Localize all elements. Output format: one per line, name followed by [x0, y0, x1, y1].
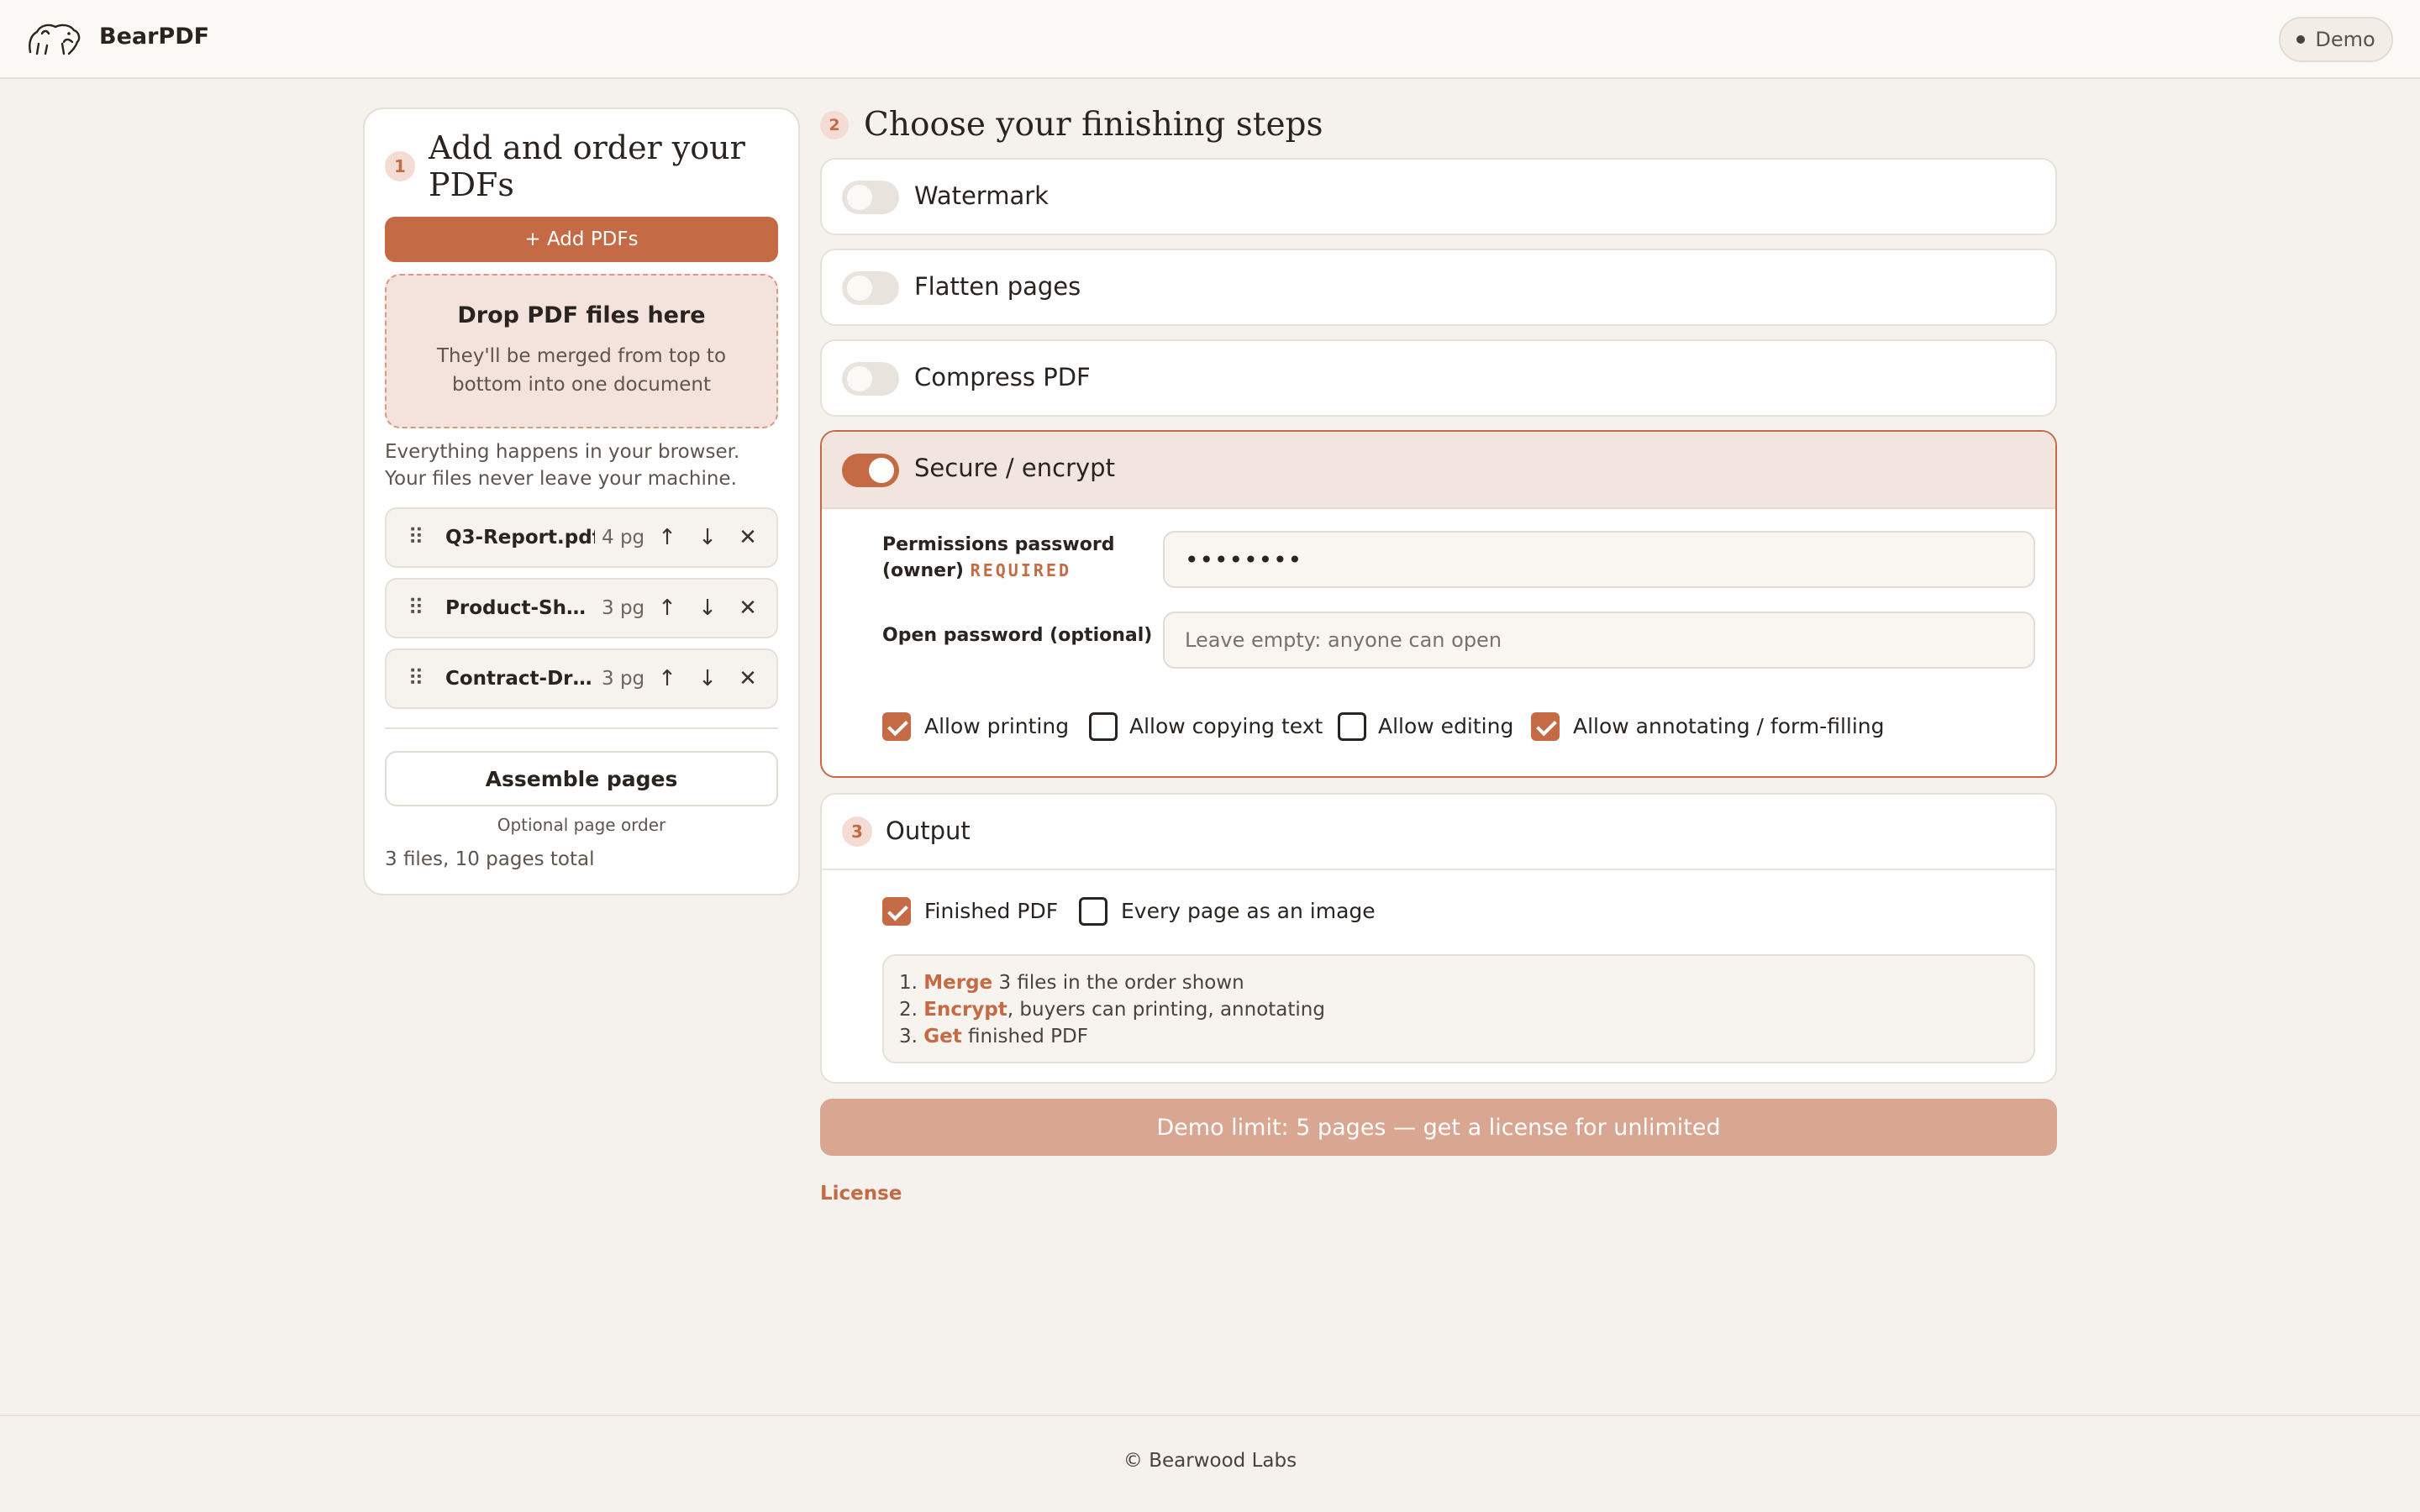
file-row[interactable]: ⠿ Q3-Report.pdf 4 pg ↑ ↓ ✕	[385, 507, 778, 568]
step-1-badge: 1	[385, 151, 415, 181]
bear-logo-icon	[29, 24, 81, 55]
demo-limit-button[interactable]: Demo limit: 5 pages — get a license for …	[820, 1099, 2057, 1156]
file-row[interactable]: ⠿ Contract-Draft.pdf 3 pg ↑ ↓ ✕	[385, 648, 778, 709]
step-3-badge: 3	[842, 816, 872, 847]
drag-handle-icon[interactable]: ⠿	[387, 525, 445, 550]
dropzone-title: Drop PDF files here	[457, 302, 706, 328]
allow-annotating-checkbox[interactable]	[1531, 712, 1560, 741]
output-title: Output	[886, 816, 971, 845]
close-icon[interactable]: ✕	[728, 596, 768, 621]
required-tag: REQUIRED	[970, 560, 1071, 580]
secure-label: Secure / encrypt	[914, 454, 1115, 482]
step-1-title: Add and order your PDFs	[429, 129, 745, 203]
flatten-label: Flatten pages	[914, 272, 1081, 301]
add-pdfs-button[interactable]: + Add PDFs	[385, 217, 778, 262]
pdf-dropzone[interactable]: Drop PDF files here They'll be merged fr…	[385, 274, 778, 428]
allow-editing-label[interactable]: Allow editing	[1378, 714, 1513, 738]
page-images-checkbox[interactable]	[1079, 897, 1107, 926]
arrow-up-icon[interactable]: ↑	[647, 596, 687, 621]
processing-summary: 1. Merge 3 files in the order shown 2. E…	[882, 954, 2035, 1063]
allow-printing-label[interactable]: Allow printing	[924, 714, 1069, 738]
arrow-down-icon[interactable]: ↓	[687, 666, 728, 691]
step-2-title: Choose your finishing steps	[864, 106, 1323, 144]
status-dot-icon	[2296, 35, 2306, 44]
owner-password-input[interactable]: ••••••••	[1163, 531, 2035, 588]
summary-line: 2. Encrypt, buyers can printing, annotat…	[899, 999, 1325, 1021]
file-pages: 4 pg	[602, 527, 645, 549]
top-bar: BearPDF Demo	[0, 0, 2420, 79]
secure-header[interactable]: Secure / encrypt	[822, 432, 2055, 509]
license-link[interactable]: License	[820, 1183, 902, 1205]
file-name: Product-Sheet.pdf	[445, 597, 595, 619]
compress-label: Compress PDF	[914, 363, 1091, 391]
secure-toggle[interactable]	[842, 454, 899, 487]
allow-editing-checkbox[interactable]	[1338, 712, 1366, 741]
demo-badge[interactable]: Demo	[2279, 17, 2393, 62]
compress-toggle[interactable]	[842, 362, 899, 396]
output-header: 3 Output	[822, 795, 2055, 870]
arrow-up-icon[interactable]: ↑	[647, 525, 687, 550]
owner-password-label: Permissions password (owner) REQUIRED	[882, 534, 1115, 581]
divider	[385, 727, 778, 729]
watermark-label: Watermark	[914, 181, 1049, 210]
dropzone-subtitle: They'll be merged from top to bottom int…	[436, 345, 727, 396]
compress-step[interactable]: Compress PDF	[820, 339, 2057, 417]
finished-pdf-checkbox[interactable]	[882, 897, 911, 926]
allow-copying-label[interactable]: Allow copying text	[1129, 714, 1323, 738]
open-password-input[interactable]: Leave empty: anyone can open	[1163, 612, 2035, 669]
arrow-down-icon[interactable]: ↓	[687, 596, 728, 621]
footer-divider	[0, 1415, 2420, 1416]
file-name: Q3-Report.pdf	[445, 527, 595, 549]
footer-copyright: © Bearwood Labs	[1123, 1450, 1297, 1472]
flatten-step[interactable]: Flatten pages	[820, 249, 2057, 326]
close-icon[interactable]: ✕	[728, 525, 768, 550]
allow-annotating-label[interactable]: Allow annotating / form-filling	[1573, 714, 1885, 738]
step-2-badge: 2	[820, 111, 849, 139]
allow-copying-checkbox[interactable]	[1089, 712, 1118, 741]
page-images-label[interactable]: Every page as an image	[1121, 899, 1376, 923]
assemble-pages-button[interactable]: Assemble pages	[385, 751, 778, 806]
allow-printing-checkbox[interactable]	[882, 712, 911, 741]
files-total: 3 files, 10 pages total	[385, 848, 595, 870]
file-pages: 3 pg	[602, 597, 645, 619]
file-name: Contract-Draft.pdf	[445, 668, 595, 690]
secure-encrypt-step: Secure / encrypt Permissions password (o…	[820, 430, 2057, 778]
watermark-toggle[interactable]	[842, 181, 899, 214]
privacy-note: Everything happens in your browser. Your…	[385, 441, 740, 490]
brand-name: BearPDF	[99, 24, 210, 50]
add-pdfs-panel: 1 Add and order your PDFs + Add PDFs Dro…	[363, 108, 800, 895]
demo-badge-label: Demo	[2315, 28, 2375, 51]
drag-handle-icon[interactable]: ⠿	[387, 666, 445, 691]
finished-pdf-label[interactable]: Finished PDF	[924, 899, 1058, 923]
assemble-subtitle: Optional page order	[497, 815, 666, 835]
open-password-label: Open password (optional)	[882, 625, 1153, 646]
flatten-toggle[interactable]	[842, 271, 899, 305]
watermark-step[interactable]: Watermark	[820, 158, 2057, 235]
drag-handle-icon[interactable]: ⠿	[387, 596, 445, 621]
summary-line: 1. Merge 3 files in the order shown	[899, 972, 1244, 994]
summary-line: 3. Get finished PDF	[899, 1026, 1088, 1047]
arrow-down-icon[interactable]: ↓	[687, 525, 728, 550]
close-icon[interactable]: ✕	[728, 666, 768, 691]
file-row[interactable]: ⠿ Product-Sheet.pdf 3 pg ↑ ↓ ✕	[385, 578, 778, 638]
output-panel: 3 Output Finished PDF Every page as an i…	[820, 793, 2057, 1084]
file-pages: 3 pg	[602, 668, 645, 690]
arrow-up-icon[interactable]: ↑	[647, 666, 687, 691]
